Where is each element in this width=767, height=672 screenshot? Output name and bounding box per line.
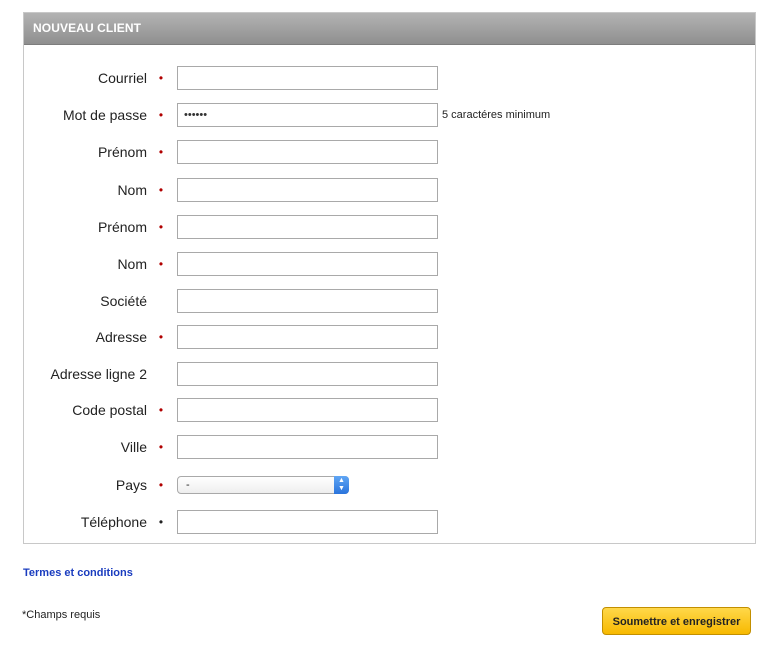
- panel-title: NOUVEAU CLIENT: [24, 13, 755, 45]
- field-label: Courriel: [97, 70, 147, 86]
- required-marker: •: [158, 403, 164, 417]
- password-field[interactable]: ••••••: [177, 103, 438, 127]
- submit-button[interactable]: Soumettre et enregistrer: [602, 607, 751, 635]
- required-marker: •: [158, 478, 164, 492]
- form-row-country: Pays • - ▲ ▼: [24, 473, 755, 497]
- form-row-last-name-2: Nom •: [24, 252, 755, 276]
- form-row-city: Ville •: [24, 435, 755, 459]
- country-select[interactable]: - ▲ ▼: [177, 476, 349, 494]
- city-field[interactable]: [177, 435, 438, 459]
- field-label: Ville: [120, 439, 147, 455]
- email-field[interactable]: [177, 66, 438, 90]
- first-name-field[interactable]: [177, 140, 438, 164]
- postal-code-field[interactable]: [177, 398, 438, 422]
- field-label: Code postal: [72, 402, 147, 418]
- country-select-value: -: [186, 479, 190, 491]
- field-label: Adresse: [95, 329, 147, 345]
- terms-link[interactable]: Termes et conditions: [23, 567, 133, 579]
- field-label: Nom: [117, 182, 147, 198]
- form-row-phone: Téléphone •: [24, 510, 755, 534]
- form-row-first-name: Prénom •: [24, 140, 755, 164]
- field-label: Nom: [117, 256, 147, 272]
- new-client-panel: NOUVEAU CLIENT Courriel • Mot de passe •…: [23, 12, 756, 544]
- form-row-address: Adresse •: [24, 325, 755, 349]
- address-field[interactable]: [177, 325, 438, 349]
- required-marker: •: [158, 183, 164, 197]
- field-label: Prénom: [97, 219, 147, 235]
- required-marker: •: [158, 108, 164, 122]
- chevron-updown-icon: ▲ ▼: [334, 476, 349, 494]
- required-fields-note: *Champs requis: [22, 609, 101, 621]
- required-marker: •: [158, 440, 164, 454]
- form-row-address-2: Adresse ligne 2: [24, 362, 755, 386]
- last-name-field-2[interactable]: [177, 252, 438, 276]
- form-row-company: Société: [24, 289, 755, 313]
- first-name-field-2[interactable]: [177, 215, 438, 239]
- required-marker: •: [158, 515, 164, 529]
- field-label: Pays: [115, 477, 147, 493]
- required-marker: •: [158, 330, 164, 344]
- company-field[interactable]: [177, 289, 438, 313]
- field-label: Prénom: [97, 144, 147, 160]
- field-label: Mot de passe: [62, 107, 147, 123]
- field-label: Téléphone: [80, 514, 147, 530]
- required-marker: •: [158, 257, 164, 271]
- form-row-email: Courriel •: [24, 66, 755, 90]
- form-row-password: Mot de passe • •••••• 5 caractéres minim…: [24, 103, 755, 127]
- phone-field[interactable]: [177, 510, 438, 534]
- last-name-field[interactable]: [177, 178, 438, 202]
- form-row-postal-code: Code postal •: [24, 398, 755, 422]
- field-label: Société: [100, 293, 147, 309]
- form-row-first-name-2: Prénom •: [24, 215, 755, 239]
- address-line-2-field[interactable]: [177, 362, 438, 386]
- form-row-last-name: Nom •: [24, 178, 755, 202]
- required-marker: •: [158, 145, 164, 159]
- required-marker: •: [158, 220, 164, 234]
- required-marker: •: [158, 71, 164, 85]
- field-label: Adresse ligne 2: [50, 366, 147, 382]
- password-hint: 5 caractéres minimum: [442, 109, 551, 121]
